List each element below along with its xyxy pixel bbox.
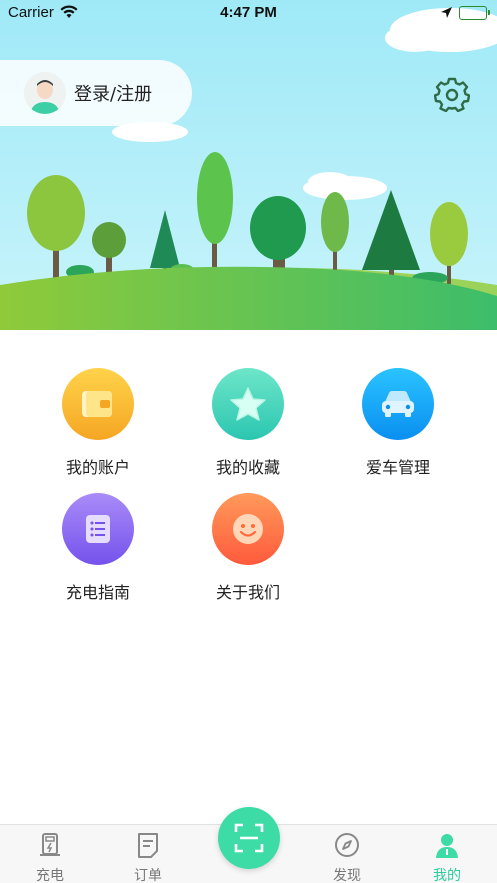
- scan-icon: [234, 823, 264, 853]
- login-register-label: 登录/注册: [74, 84, 153, 105]
- smile-icon: [233, 514, 263, 544]
- compass-icon: [335, 833, 359, 857]
- list-icon: [86, 515, 110, 543]
- menu-item-label: 我的收藏: [215, 458, 280, 477]
- menu-item-label: 关于我们: [215, 583, 280, 602]
- person-icon: [436, 834, 458, 858]
- status-bar: Carrier 4:47 PM: [0, 0, 497, 26]
- battery-icon: [459, 6, 490, 20]
- menu-item-my-account[interactable]: 我的账户: [38, 368, 158, 478]
- tab-label: 发现: [333, 868, 361, 883]
- tab-label: 充电: [36, 868, 64, 883]
- tab-discover[interactable]: 发现: [307, 825, 387, 883]
- login-register-entry[interactable]: 登录/注册: [0, 60, 192, 126]
- avatar: [24, 72, 66, 114]
- menu-item-charging-guide[interactable]: 充电指南: [38, 493, 158, 603]
- tab-label: 订单: [134, 868, 162, 883]
- scan-button[interactable]: [218, 807, 280, 869]
- wallet-icon: [82, 391, 112, 417]
- car-icon: [382, 391, 414, 417]
- header-illustration: [0, 0, 497, 330]
- tab-label: 我的: [433, 868, 461, 883]
- star-icon: [230, 387, 266, 421]
- tab-orders[interactable]: 订单: [108, 825, 188, 883]
- gear-icon: [433, 77, 471, 113]
- menu-item-car-management[interactable]: 爱车管理: [338, 368, 458, 478]
- menu-item-label: 爱车管理: [365, 458, 430, 477]
- tab-mine[interactable]: 我的: [407, 825, 487, 883]
- menu-item-my-favorites[interactable]: 我的收藏: [188, 368, 308, 478]
- menu-item-label: 我的账户: [65, 458, 130, 477]
- order-icon: [138, 833, 158, 858]
- charger-icon: [40, 833, 60, 856]
- menu-item-label: 充电指南: [65, 583, 130, 602]
- menu-item-about-us[interactable]: 关于我们: [188, 493, 308, 603]
- tab-charging[interactable]: 充电: [10, 825, 90, 883]
- settings-button[interactable]: [433, 76, 471, 113]
- location-arrow-icon: [440, 5, 453, 23]
- clock: 4:47 PM: [220, 4, 277, 21]
